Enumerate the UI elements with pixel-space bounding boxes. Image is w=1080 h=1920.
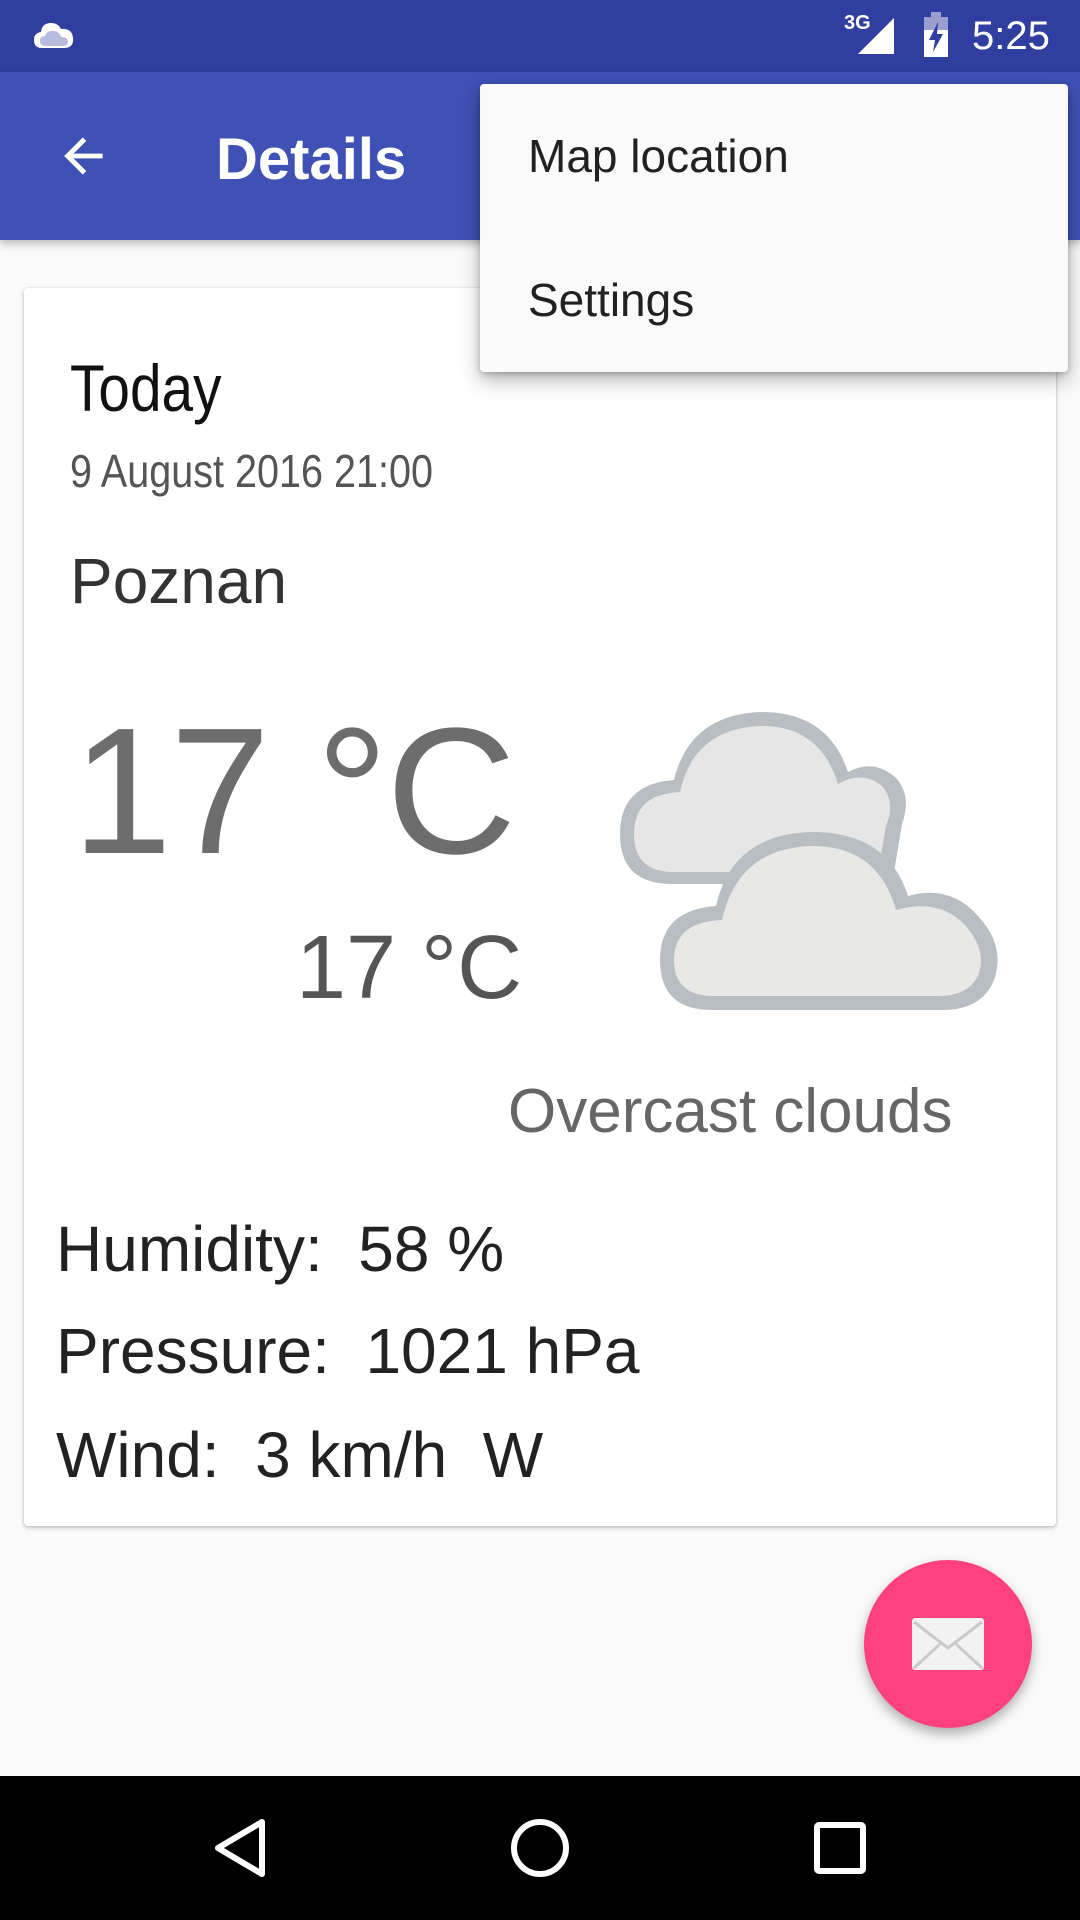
overcast-clouds-icon — [620, 712, 998, 1010]
status-clock: 5:25 — [972, 14, 1050, 58]
screen: 3G 5:25 Details Today 9 August 2016 21:0… — [0, 0, 1080, 1920]
menu-item-settings[interactable]: Settings — [480, 228, 1068, 372]
nav-home-icon — [511, 1819, 569, 1877]
navigation-bar — [0, 1776, 1080, 1920]
signal-icon — [858, 18, 894, 54]
nav-home-button[interactable] — [484, 1792, 596, 1904]
low-temperature: 17 °C — [296, 918, 523, 1018]
cloud-notification-icon — [34, 23, 74, 48]
date-label: 9 August 2016 21:00 — [70, 445, 433, 497]
day-label: Today — [70, 351, 222, 425]
nav-recents-button[interactable] — [784, 1792, 896, 1904]
battery-charging-icon — [924, 12, 948, 57]
menu-item-map-location[interactable]: Map location — [480, 84, 1068, 228]
nav-back-button[interactable] — [184, 1792, 296, 1904]
city-label: Poznan — [70, 545, 288, 617]
high-temperature: 17 °C — [72, 691, 516, 892]
humidity-label: Humidity: 58 % — [56, 1213, 505, 1285]
status-bar: 3G 5:25 — [0, 0, 1080, 72]
arrow-back-icon — [64, 137, 103, 175]
share-email-button[interactable] — [864, 1560, 1032, 1728]
nav-recents-icon — [814, 1822, 866, 1874]
nav-back-icon — [215, 1819, 265, 1877]
wind-label: Wind: 3 km/h W — [56, 1419, 544, 1491]
back-button[interactable] — [40, 112, 128, 200]
condition-label: Overcast clouds — [508, 1077, 953, 1146]
overflow-menu: Map location Settings — [480, 84, 1068, 372]
pressure-label: Pressure: 1021 hPa — [56, 1315, 640, 1387]
email-icon — [912, 1618, 984, 1670]
page-title: Details — [216, 127, 407, 192]
